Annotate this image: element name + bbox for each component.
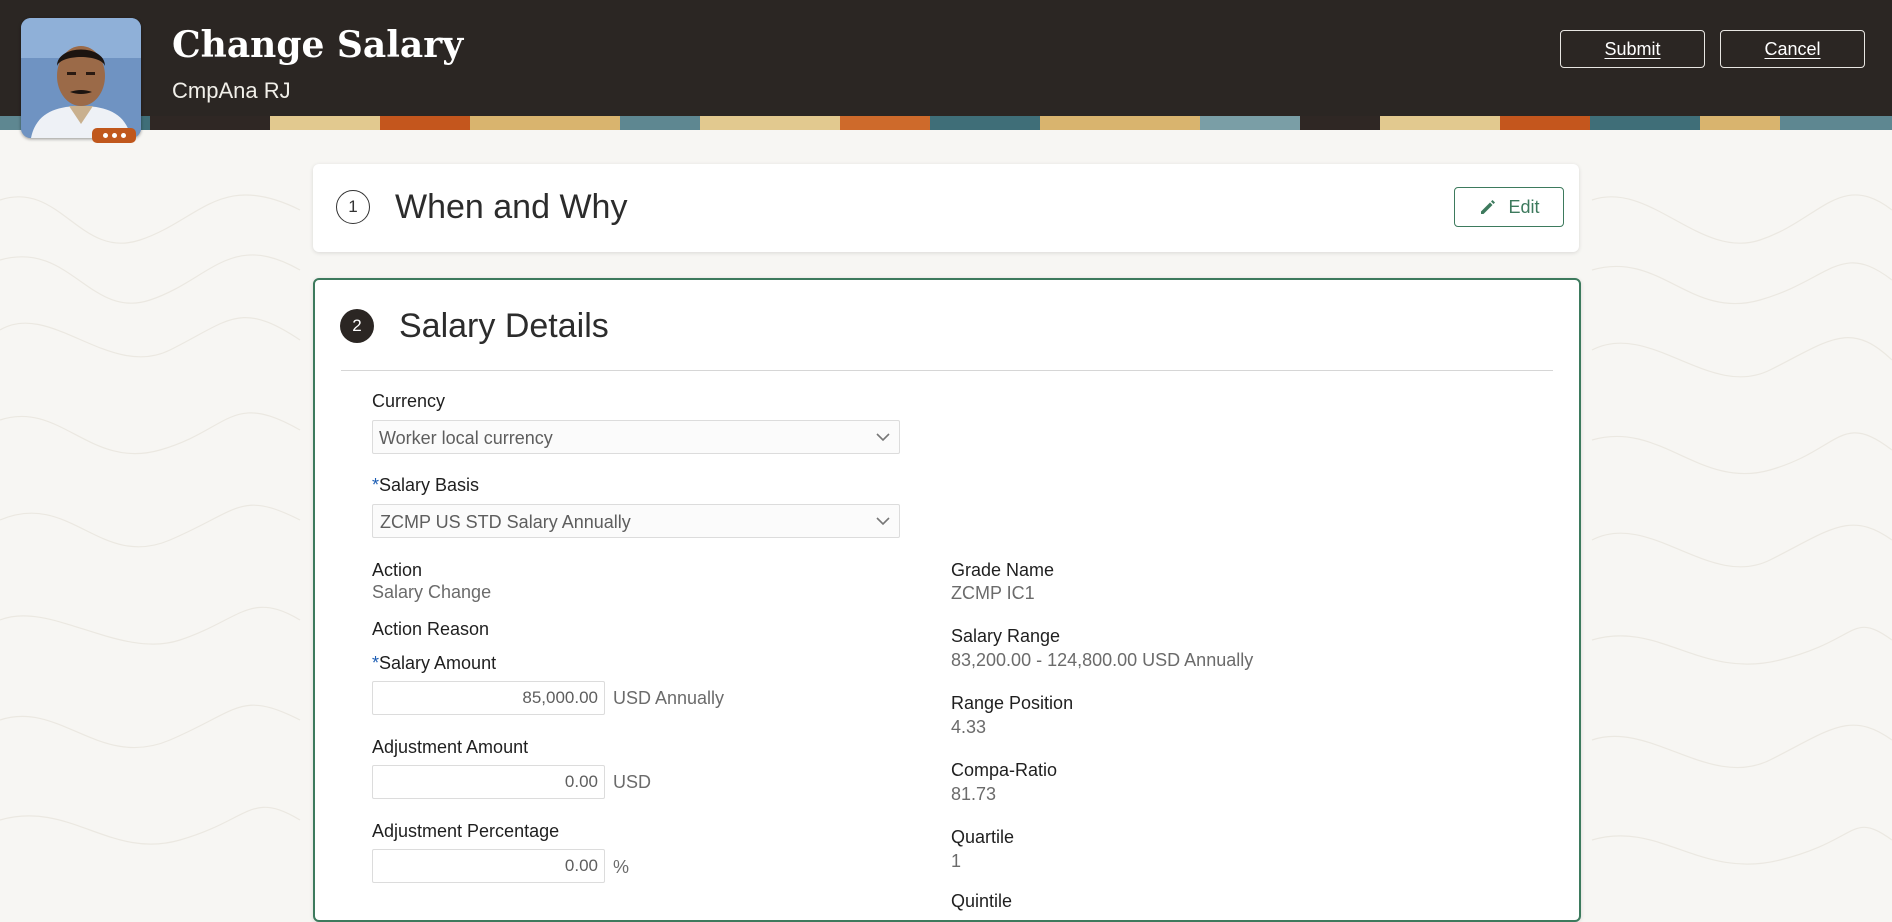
salary-basis-value: ZCMP US STD Salary Annually [380, 512, 631, 532]
grade-name-label: Grade Name [951, 560, 1055, 580]
adjustment-amount-label: Adjustment Amount [372, 737, 529, 757]
salary-amount-unit: USD Annually [613, 688, 725, 708]
currency-select[interactable]: Worker local currency [372, 420, 900, 454]
page-title: Change Salary [172, 24, 464, 66]
adjustment-percentage-unit: % [613, 857, 630, 877]
salary-basis-select[interactable]: ZCMP US STD Salary Annually [372, 504, 900, 538]
pencil-icon [1481, 200, 1496, 214]
section-title-when-and-why: When and Why [395, 188, 628, 226]
avatar[interactable] [21, 18, 141, 138]
cancel-button[interactable]: Cancel [1720, 30, 1865, 68]
step-number-1: 1 [336, 190, 370, 224]
submit-button[interactable]: Submit [1560, 30, 1705, 68]
salary-amount-label: *Salary Amount [372, 653, 497, 673]
edit-label: Edit [1508, 196, 1540, 217]
salary-amount-input[interactable] [372, 681, 605, 715]
salary-details-section: 2 Salary Details Currency Worker local c… [313, 278, 1581, 922]
adjustment-percentage-label: Adjustment Percentage [372, 821, 560, 841]
quintile-label: Quintile [951, 891, 1013, 911]
header-banner [0, 116, 1892, 130]
chevron-down-icon [876, 433, 890, 442]
step-number-2: 2 [340, 309, 374, 343]
adjustment-amount-unit: USD [613, 772, 652, 792]
range-position-label: Range Position [951, 693, 1074, 713]
more-icon[interactable] [92, 128, 136, 143]
salary-basis-label: *Salary Basis [372, 475, 480, 495]
grade-name-value: ZCMP IC1 [951, 583, 1035, 603]
compa-ratio-label: Compa-Ratio [951, 760, 1058, 780]
quartile-label: Quartile [951, 827, 1015, 847]
salary-range-value: 83,200.00 - 124,800.00 USD Annually [951, 650, 1254, 670]
currency-label: Currency [372, 391, 446, 411]
compa-ratio-value: 81.73 [951, 784, 997, 804]
salary-range-label: Salary Range [951, 626, 1061, 646]
section-title-salary-details: Salary Details [399, 307, 609, 345]
currency-value: Worker local currency [379, 428, 553, 448]
required-indicator: * [372, 475, 380, 495]
adjustment-percentage-input[interactable] [372, 849, 605, 883]
person-name: CmpAna RJ [172, 78, 291, 103]
person-photo [21, 18, 141, 138]
action-value: Salary Change [372, 582, 492, 602]
action-reason-label: Action Reason [372, 619, 490, 639]
required-indicator: * [372, 653, 380, 673]
adjustment-amount-input[interactable] [372, 765, 605, 799]
range-position-value: 4.33 [951, 717, 987, 737]
when-and-why-section: 1 When and Why Edit [313, 164, 1579, 252]
chevron-down-icon [876, 517, 890, 526]
section-divider [341, 370, 1553, 371]
quartile-value: 1 [951, 851, 962, 871]
action-label: Action [372, 560, 423, 580]
edit-button[interactable]: Edit [1454, 187, 1564, 227]
